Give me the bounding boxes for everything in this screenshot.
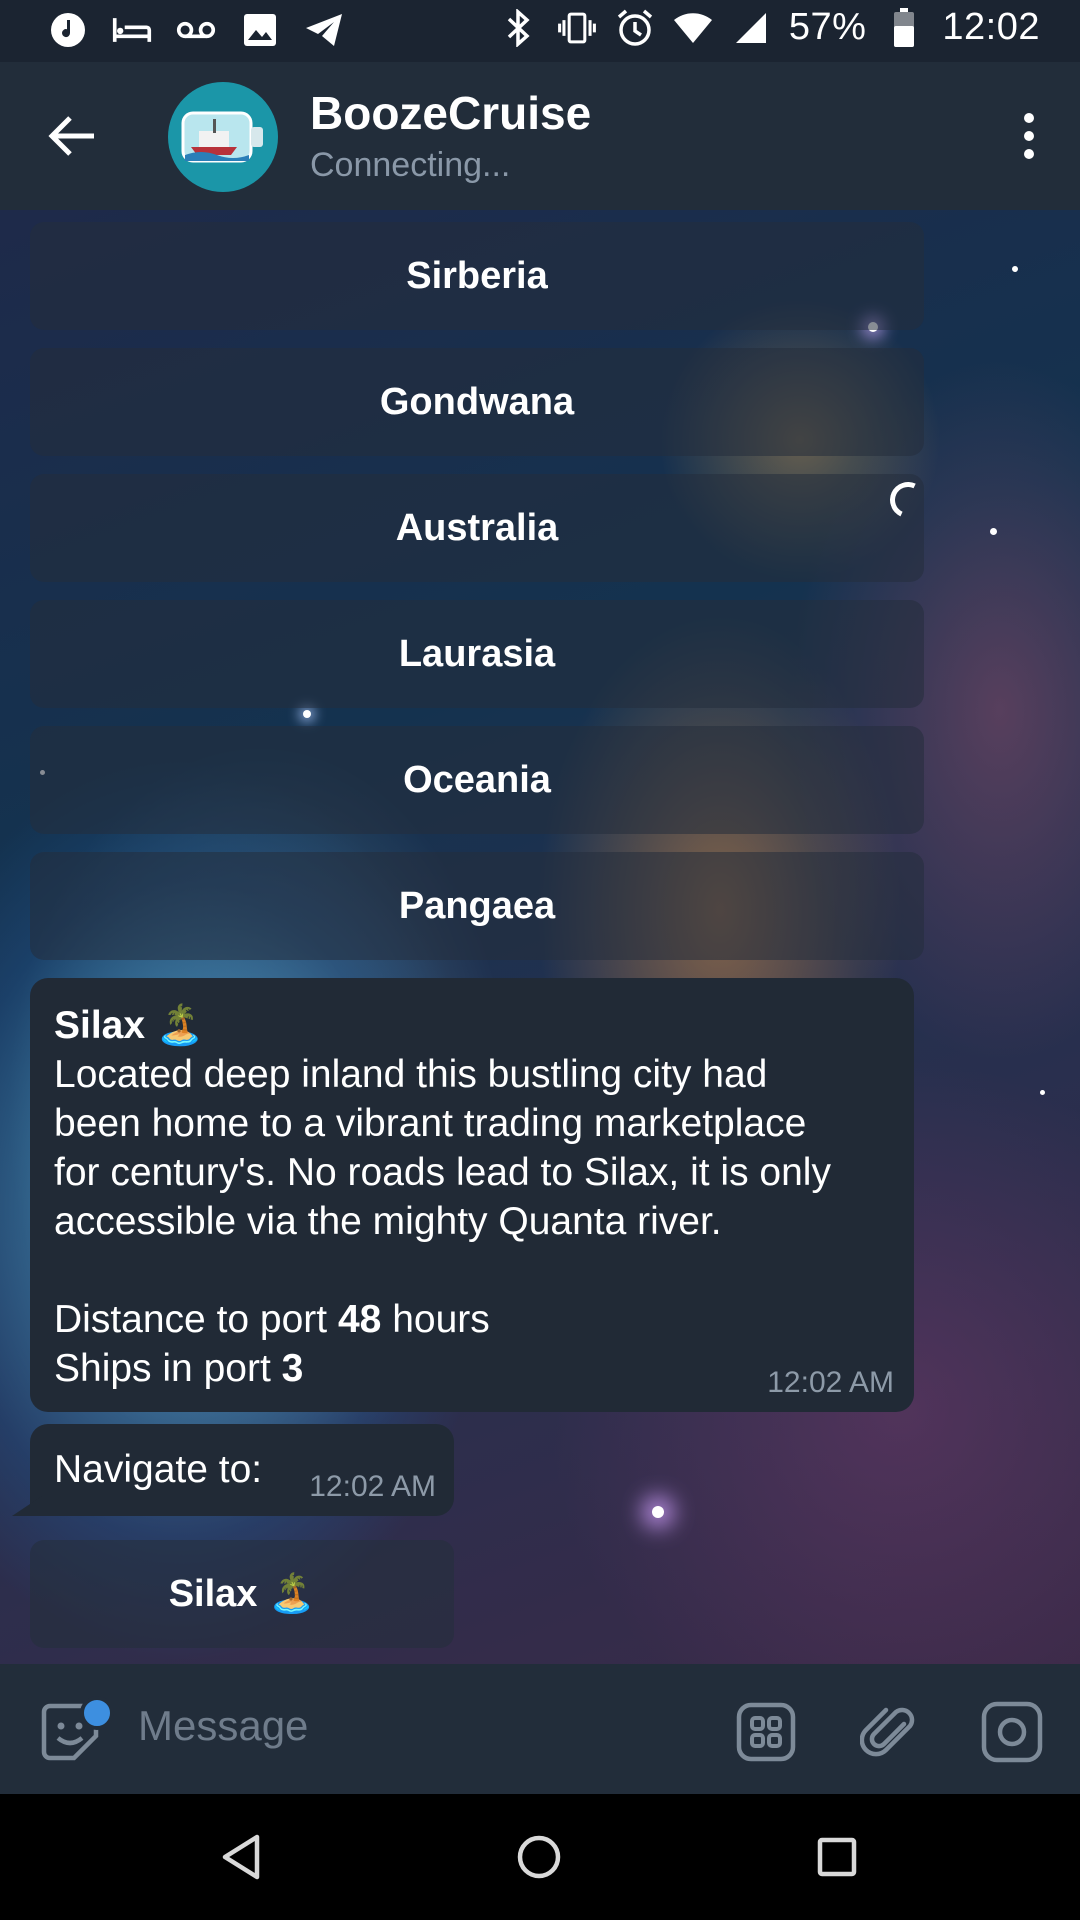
keyboard-button-laurasia[interactable]: Laurasia: [30, 600, 924, 708]
message-line: been home to a vibrant trading marketpla…: [54, 1102, 807, 1145]
ship-in-bottle-icon: [181, 111, 263, 163]
vibrate-icon: [557, 8, 597, 48]
ships-value: 3: [281, 1347, 304, 1390]
attach-button[interactable]: [858, 1700, 922, 1764]
system-nav-bar: [0, 1794, 1080, 1920]
dot: [1024, 113, 1034, 123]
message-bubble[interactable]: Silax 🏝️ Located deep inland this bustli…: [30, 978, 914, 1412]
circle-home-icon: [517, 1835, 561, 1879]
music-note-icon: [48, 10, 88, 50]
notification-dot: [80, 1696, 114, 1730]
message-time: 12:02 AM: [309, 1470, 436, 1503]
arrow-left-icon: [48, 116, 94, 156]
nav-recents-button[interactable]: [804, 1824, 870, 1890]
ships-label: Ships in port: [54, 1347, 282, 1390]
distance-unit: hours: [381, 1298, 490, 1341]
connection-status: Connecting...: [310, 146, 511, 184]
message-input-bar: Message: [0, 1664, 1080, 1794]
triangle-back-icon: [222, 1834, 260, 1880]
star: [1012, 266, 1018, 272]
star: [1040, 1090, 1045, 1095]
bed-icon: [112, 10, 152, 50]
battery-icon: [884, 7, 924, 48]
camera-button[interactable]: [980, 1700, 1044, 1764]
signal-icon: [731, 8, 771, 48]
chat-background[interactable]: Sirberia Gondwana Australia Laurasia Oce…: [0, 210, 1080, 1664]
paperclip-icon: [860, 1707, 915, 1757]
distance-line: Distance to port 48 hours: [54, 1295, 890, 1344]
message-line: Located deep inland this bustling city h…: [54, 1053, 768, 1096]
alarm-icon: [615, 8, 655, 48]
message-bubble-navigate[interactable]: Navigate to: 12:02 AM: [30, 1424, 454, 1516]
message-line: accessible via the mighty Quanta river.: [54, 1200, 722, 1243]
dot: [1024, 149, 1034, 159]
telegram-icon: [304, 10, 344, 50]
ships-line: Ships in port 3: [54, 1344, 890, 1393]
bluetooth-icon: [499, 8, 539, 48]
distance-label: Distance to port: [54, 1298, 338, 1341]
grid-icon: [736, 1702, 796, 1762]
keyboard-button-pangaea[interactable]: Pangaea: [30, 852, 924, 960]
nav-back-button[interactable]: [208, 1824, 274, 1890]
keyboard-button-silax[interactable]: Silax 🏝️: [30, 1540, 454, 1648]
bot-keyboard-button[interactable]: [734, 1700, 798, 1764]
star: [990, 528, 997, 535]
avatar[interactable]: [168, 82, 278, 192]
back-button[interactable]: [36, 100, 108, 172]
more-options-button[interactable]: [994, 96, 1064, 176]
nav-home-button[interactable]: [506, 1824, 572, 1890]
message-line: for century's. No roads lead to Silax, i…: [54, 1151, 831, 1194]
camera-icon: [981, 1701, 1043, 1763]
chat-header: BoozeCruise Connecting...: [0, 62, 1080, 210]
keyboard-button-oceania[interactable]: Oceania: [30, 726, 924, 834]
chat-title[interactable]: BoozeCruise: [310, 86, 591, 140]
clock: 12:02: [942, 6, 1040, 48]
bubble-tail: [12, 1496, 42, 1516]
voicemail-icon: [176, 10, 216, 50]
message-title: Silax 🏝️: [54, 1004, 205, 1047]
image-icon: [240, 10, 280, 50]
keyboard-button-sirberia[interactable]: Sirberia: [30, 222, 924, 330]
battery-percent: 57%: [788, 6, 867, 48]
square-recents-icon: [817, 1837, 857, 1877]
dot: [1024, 131, 1034, 141]
keyboard-button-australia[interactable]: Australia: [30, 474, 924, 582]
star: [652, 1506, 664, 1518]
distance-value: 48: [337, 1298, 382, 1341]
navigate-text: Navigate to:: [54, 1448, 263, 1491]
star: [303, 710, 311, 718]
message-time: 12:02 AM: [767, 1366, 894, 1399]
wifi-icon: [673, 8, 713, 48]
keyboard-button-gondwana[interactable]: Gondwana: [30, 348, 924, 456]
status-bar: 57% 12:02: [0, 0, 1080, 62]
message-input[interactable]: Message: [138, 1702, 308, 1750]
